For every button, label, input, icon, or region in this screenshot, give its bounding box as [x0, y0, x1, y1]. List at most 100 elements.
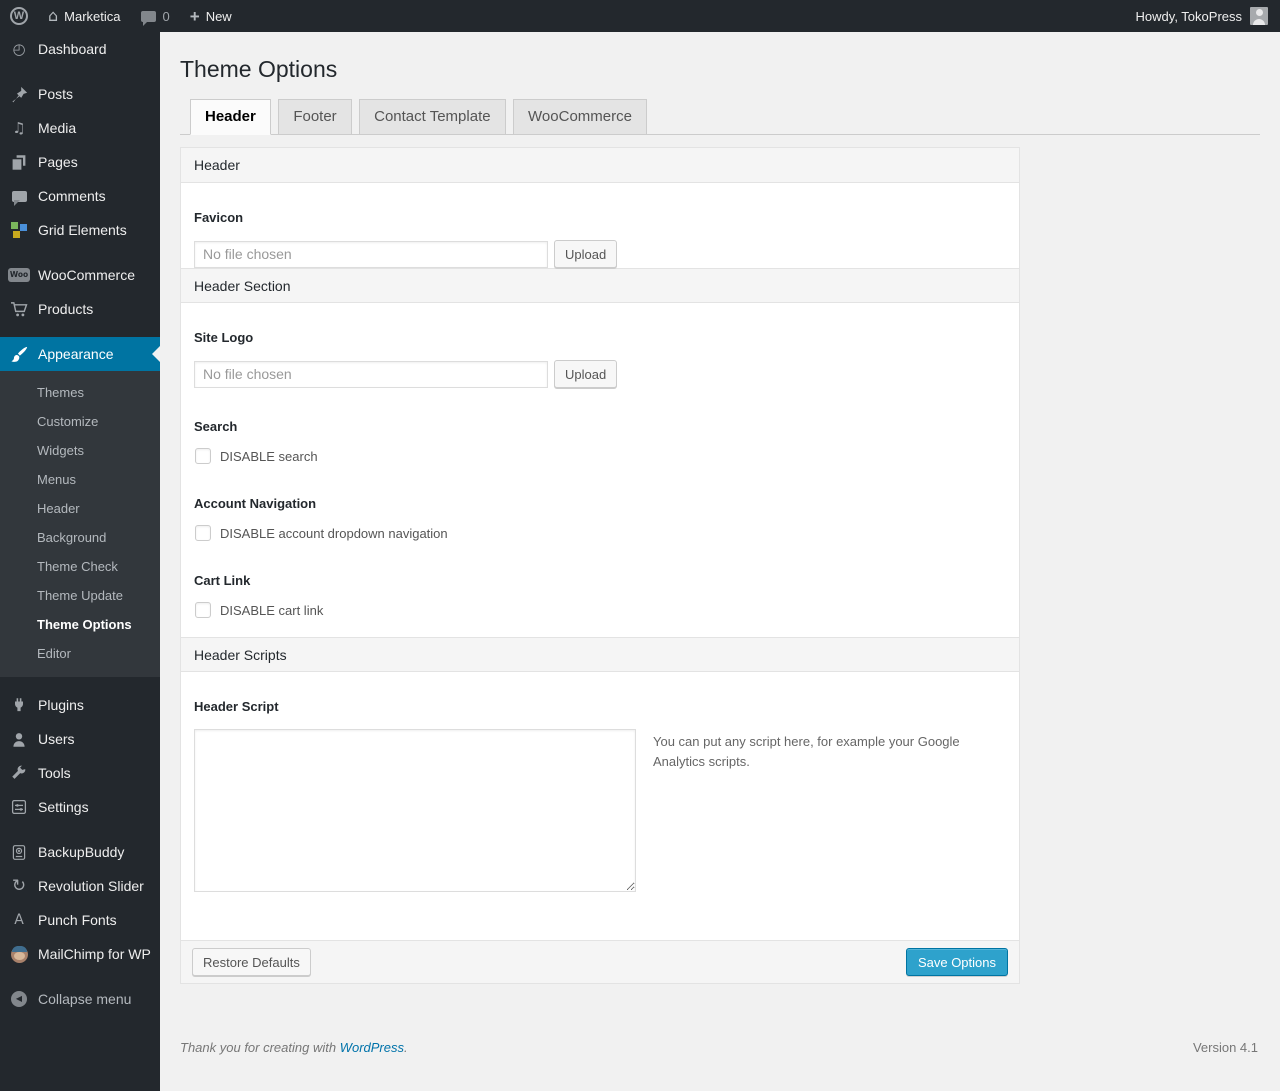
header-script-textarea[interactable] — [194, 729, 636, 892]
disable-cart-link-row: DISABLE cart link — [194, 602, 1006, 635]
main-content: Theme Options Header Footer Contact Temp… — [160, 32, 1280, 1091]
submenu-item-background[interactable]: Background — [0, 523, 160, 552]
sidebar-item-label: Settings — [38, 799, 89, 815]
wordpress-logo-button[interactable]: W — [0, 0, 38, 32]
theme-options-panel: Header Favicon Upload Header Section Sit… — [180, 147, 1020, 984]
footer-thanks-text: Thank you for creating with WordPress. — [180, 1040, 408, 1055]
sidebar-item-label: Revolution Slider — [38, 878, 144, 894]
appearance-brush-icon — [9, 346, 29, 363]
sidebar-item-label: Comments — [38, 188, 106, 204]
comments-admin-bar-button[interactable]: 0 — [131, 0, 180, 32]
disable-cart-link-checkbox[interactable] — [195, 602, 211, 618]
menu-separator — [0, 66, 160, 77]
submenu-item-themes[interactable]: Themes — [0, 378, 160, 407]
site-logo-upload-button[interactable]: Upload — [554, 360, 618, 388]
sidebar-item-label: Media — [38, 120, 77, 136]
favicon-label: Favicon — [194, 210, 244, 225]
disable-account-nav-label: DISABLE account dropdown navigation — [220, 525, 448, 541]
submenu-item-customize[interactable]: Customize — [0, 407, 160, 436]
sidebar-item-media[interactable]: ♫ Media — [0, 111, 160, 145]
section-header: Header — [181, 148, 1019, 183]
save-options-button[interactable]: Save Options — [905, 948, 1008, 976]
sidebar-item-label: Grid Elements — [38, 222, 127, 238]
sidebar-item-settings[interactable]: Settings — [0, 790, 160, 824]
submenu-item-theme-check[interactable]: Theme Check — [0, 552, 160, 581]
section-header-scripts: Header Scripts — [181, 637, 1019, 672]
disable-search-checkbox[interactable] — [195, 448, 211, 464]
header-script-label: Header Script — [194, 699, 279, 714]
sidebar-item-punch-fonts[interactable]: A Punch Fonts — [0, 903, 160, 937]
sidebar-item-label: BackupBuddy — [38, 844, 125, 860]
header-scripts-fields: Header Script You can put any script her… — [181, 672, 1019, 940]
sidebar-item-plugins[interactable]: Plugins — [0, 688, 160, 722]
howdy-account-link[interactable]: Howdy, TokoPress — [1136, 9, 1242, 24]
sidebar-item-pages[interactable]: Pages — [0, 145, 160, 179]
user-icon — [9, 731, 29, 748]
menu-separator — [0, 971, 160, 982]
sidebar-item-dashboard[interactable]: ◴ Dashboard — [0, 32, 160, 66]
menu-separator — [0, 326, 160, 337]
version-label: Version 4.1 — [1192, 1040, 1258, 1055]
sidebar-item-products[interactable]: Products — [0, 292, 160, 326]
home-icon: ⌂ — [48, 6, 59, 25]
sidebar-item-woocommerce[interactable]: Woo WooCommerce — [0, 258, 160, 292]
collapse-menu-button[interactable]: ◀ Collapse menu — [0, 982, 160, 1016]
site-name-link[interactable]: ⌂ Marketica — [38, 0, 131, 32]
site-logo-file-input[interactable] — [194, 360, 548, 388]
sidebar-item-label: Posts — [38, 86, 74, 102]
wordpress-logo-icon: W — [10, 7, 28, 25]
user-avatar[interactable] — [1250, 7, 1268, 25]
menu-separator — [0, 247, 160, 258]
favicon-file-input[interactable] — [194, 240, 548, 268]
dashboard-icon: ◴ — [12, 39, 26, 58]
comment-bubble-icon — [140, 10, 156, 26]
restore-defaults-button[interactable]: Restore Defaults — [192, 948, 311, 976]
wordpress-link[interactable]: WordPress — [340, 1040, 404, 1055]
settings-sliders-icon — [9, 799, 29, 815]
submenu-item-theme-update[interactable]: Theme Update — [0, 581, 160, 610]
sidebar-item-label: Dashboard — [38, 41, 107, 57]
tab-header[interactable]: Header — [190, 99, 271, 135]
disable-search-row: DISABLE search — [194, 448, 1006, 464]
submenu-item-editor[interactable]: Editor — [0, 639, 160, 668]
mailchimp-monkey-icon — [9, 945, 29, 963]
sidebar-item-label: MailChimp for WP — [38, 946, 151, 962]
header-script-help-text: You can put any script here, for example… — [653, 734, 960, 770]
sidebar-item-backupbuddy[interactable]: BackupBuddy — [0, 835, 160, 869]
sidebar-item-appearance[interactable]: Appearance — [0, 337, 160, 371]
tab-contact-template[interactable]: Contact Template — [359, 99, 506, 134]
woocommerce-badge-icon: Woo — [7, 268, 31, 282]
sidebar-item-comments[interactable]: Comments — [0, 179, 160, 213]
grid-elements-icon — [9, 222, 29, 238]
admin-bar: W ⌂ Marketica 0 + New Howdy, TokoPress — [0, 0, 1280, 32]
submenu-item-menus[interactable]: Menus — [0, 465, 160, 494]
new-content-button[interactable]: + New — [180, 0, 242, 32]
sidebar-item-label: Appearance — [38, 346, 114, 362]
sidebar-item-revolution-slider[interactable]: ↻ Revolution Slider — [0, 869, 160, 903]
sidebar-item-grid-elements[interactable]: Grid Elements — [0, 213, 160, 247]
pushpin-icon — [9, 86, 29, 103]
admin-sidebar: ◴ Dashboard Posts ♫ Media Pages Comments… — [0, 32, 160, 1091]
sidebar-item-tools[interactable]: Tools — [0, 756, 160, 790]
section-header-section: Header Section — [181, 268, 1019, 303]
favicon-upload-button[interactable]: Upload — [554, 240, 618, 268]
tab-footer[interactable]: Footer — [278, 99, 352, 134]
sidebar-item-users[interactable]: Users — [0, 722, 160, 756]
search-label: Search — [194, 419, 238, 434]
tab-woocommerce[interactable]: WooCommerce — [513, 99, 647, 134]
comment-count: 0 — [162, 8, 170, 24]
site-logo-label: Site Logo — [194, 330, 254, 345]
submenu-item-widgets[interactable]: Widgets — [0, 436, 160, 465]
submenu-item-header[interactable]: Header — [0, 494, 160, 523]
sidebar-item-mailchimp[interactable]: MailChimp for WP — [0, 937, 160, 971]
tab-bar: Header Footer Contact Template WooCommer… — [180, 99, 1260, 135]
submenu-item-theme-options[interactable]: Theme Options — [0, 610, 160, 639]
new-label: New — [205, 8, 232, 24]
header-section-fields: Site Logo Upload Search DISABLE search A… — [181, 303, 1019, 635]
appearance-submenu: Themes Customize Widgets Menus Header Ba… — [0, 371, 160, 677]
sidebar-item-posts[interactable]: Posts — [0, 77, 160, 111]
disable-account-nav-checkbox[interactable] — [195, 525, 211, 541]
collapse-menu-label: Collapse menu — [38, 991, 132, 1007]
menu-separator — [0, 824, 160, 835]
page-title: Theme Options — [180, 56, 338, 82]
